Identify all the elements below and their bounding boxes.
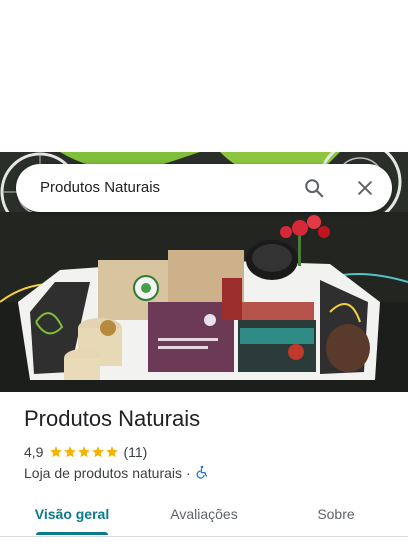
close-icon[interactable] [349,172,381,204]
active-tab-indicator [36,532,108,535]
search-bar[interactable]: Produtos Naturais [16,164,392,212]
tabs-divider [0,536,408,537]
category-row: Loja de produtos naturais · [24,464,209,482]
tab-reviews[interactable]: Avaliações [154,494,254,534]
tab-overview[interactable]: Visão geral [24,494,120,534]
star-icon [50,446,63,458]
place-category: Loja de produtos naturais [24,465,182,481]
blank-top-area [0,0,408,152]
tab-about[interactable]: Sobre [296,494,376,534]
place-name: Produtos Naturais [24,406,201,431]
rating-row[interactable]: 4,9 (11) [24,443,147,461]
search-input[interactable]: Produtos Naturais [40,164,160,212]
review-count[interactable]: (11) [123,444,147,460]
place-tabs: Visão geral Avaliações Sobre [0,494,408,536]
rating-value: 4,9 [24,444,44,460]
star-icon [64,446,77,458]
search-icon[interactable] [298,172,330,204]
star-icon [106,446,119,458]
star-icon [78,446,91,458]
wheelchair-icon [195,465,209,482]
star-icon [92,446,105,458]
star-rating [49,445,119,459]
separator-dot: · [186,465,191,481]
